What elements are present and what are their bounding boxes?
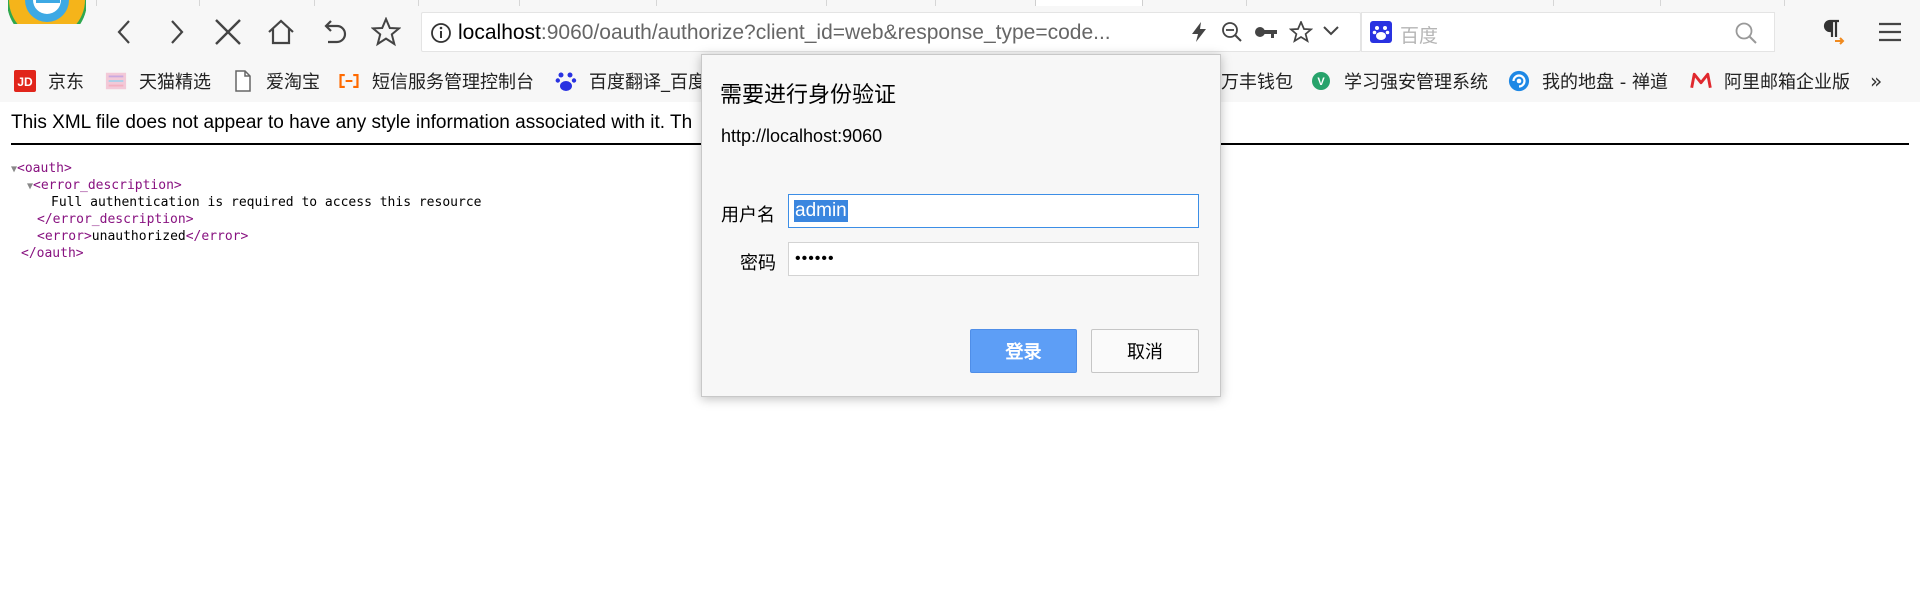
xml-text: Full authentication is required to acces… xyxy=(51,195,482,210)
search-box[interactable]: 百度 xyxy=(1361,12,1775,52)
tab-separator xyxy=(656,0,657,6)
svg-text:V: V xyxy=(1317,76,1325,88)
xml-line: ▼<error_description> xyxy=(11,177,481,194)
favorite-star-icon[interactable] xyxy=(1289,21,1313,43)
xml-tree: ▼<oauth> ▼<error_description> Full authe… xyxy=(11,160,481,262)
xml-tag: <error> xyxy=(37,229,92,244)
bookmark-label: 百度翻译_百度 xyxy=(589,72,706,93)
bookmark-label: 万丰钱包 xyxy=(1221,72,1293,93)
dialog-title: 需要进行身份验证 xyxy=(720,83,897,108)
password-field[interactable]: •••••• xyxy=(788,242,1199,276)
bookmark-item[interactable]: 我的地盘 - 禅道 xyxy=(1508,60,1668,102)
bookmark-label: 天猫精选 xyxy=(139,72,211,93)
tab-strip xyxy=(0,0,1920,6)
xml-info-banner: This XML file does not appear to have an… xyxy=(11,112,693,133)
tab-separator xyxy=(314,0,315,6)
key-icon[interactable] xyxy=(1254,23,1278,41)
xml-tag: </oauth> xyxy=(21,246,84,261)
tab-separator xyxy=(418,0,419,6)
tab-separator xyxy=(1784,0,1785,6)
bookmark-item[interactable]: 短信服务管理控制台 xyxy=(338,60,534,102)
browser-logo-icon xyxy=(8,0,86,44)
bookmark-label: 爱淘宝 xyxy=(266,72,320,93)
jd-icon: JD xyxy=(14,70,36,92)
xml-tag: <error_description> xyxy=(33,178,182,193)
xml-line: <error>unauthorized</error> xyxy=(11,228,481,245)
url-host: localhost xyxy=(458,21,541,44)
bookmark-item[interactable]: V 学习强安管理系统 xyxy=(1310,60,1488,102)
cancel-button[interactable]: 取消 xyxy=(1091,329,1199,373)
xml-tag: </error_description> xyxy=(37,212,194,227)
bookmark-label: 京东 xyxy=(48,72,84,93)
username-field[interactable]: admin xyxy=(788,194,1199,228)
address-bar[interactable]: localhost:9060/oauth/authorize?client_id… xyxy=(421,12,1361,52)
xml-tag: <oauth> xyxy=(17,161,72,176)
tab-active[interactable] xyxy=(1035,0,1143,6)
chevron-down-icon[interactable] xyxy=(1322,25,1340,37)
url-text[interactable]: localhost:9060/oauth/authorize?client_id… xyxy=(458,21,1111,45)
bookmark-item[interactable]: 阿里邮箱企业版 xyxy=(1690,60,1850,102)
tab-separator xyxy=(519,0,520,6)
tab-separator xyxy=(1246,0,1247,6)
tab-separator xyxy=(1660,0,1661,6)
username-label: 用户名 xyxy=(721,205,775,226)
bookmark-label: 学习强安管理系统 xyxy=(1344,72,1488,93)
bookmark-item[interactable]: 天猫精选 xyxy=(105,60,211,102)
bookmark-star-button[interactable] xyxy=(368,14,404,50)
dialog-url: http://localhost:9060 xyxy=(721,126,883,146)
back-button[interactable] xyxy=(107,14,143,50)
auth-dialog: 需要进行身份验证 http://localhost:9060 用户名 admin… xyxy=(701,54,1221,397)
stop-loading-button[interactable] xyxy=(210,14,246,50)
svg-text:JD: JD xyxy=(17,75,33,89)
password-label: 密码 xyxy=(740,253,776,274)
lightning-icon[interactable] xyxy=(1190,21,1208,43)
home-button[interactable] xyxy=(263,14,299,50)
info-icon[interactable] xyxy=(430,22,452,44)
forward-button[interactable] xyxy=(158,14,194,50)
username-value: admin xyxy=(794,200,848,222)
tab-separator xyxy=(1553,0,1554,6)
aliyun-icon xyxy=(338,70,360,92)
xml-line: ▼<oauth> xyxy=(11,160,481,177)
undo-close-tab-button[interactable] xyxy=(316,14,352,50)
ali-mail-icon xyxy=(1690,70,1712,92)
bookmark-item[interactable]: JD 京东 xyxy=(14,60,84,102)
xml-text: unauthorized xyxy=(91,229,186,244)
tab-separator xyxy=(199,0,200,6)
url-path: :9060/oauth/authorize?client_id=web&resp… xyxy=(540,21,1111,44)
baidu-paw-icon[interactable] xyxy=(1370,21,1392,43)
zentao-icon xyxy=(1508,70,1530,92)
login-button[interactable]: 登录 xyxy=(970,329,1077,373)
zoom-out-icon[interactable] xyxy=(1221,21,1243,43)
bookmark-item[interactable]: 万丰钱包 xyxy=(1221,60,1293,102)
bookmark-item[interactable]: 爱淘宝 xyxy=(232,60,320,102)
tab-separator xyxy=(826,0,827,6)
password-value: •••••• xyxy=(795,250,835,267)
tab-separator xyxy=(96,0,97,6)
menu-icon[interactable] xyxy=(1872,14,1908,50)
page-icon xyxy=(232,70,254,92)
bookmark-label: 阿里邮箱企业版 xyxy=(1724,72,1850,93)
xml-tag: </error> xyxy=(185,229,249,244)
tmall-icon xyxy=(105,70,127,92)
tab-separator xyxy=(935,0,936,6)
bookmark-label: 短信服务管理控制台 xyxy=(372,72,534,93)
search-placeholder: 百度 xyxy=(1400,25,1439,47)
bookmarks-overflow-button[interactable]: » xyxy=(1870,69,1882,93)
reading-mode-button[interactable] xyxy=(1814,14,1850,50)
baidu-paw-icon xyxy=(555,70,577,92)
bookmark-label: 我的地盘 - 禅道 xyxy=(1542,72,1668,93)
bookmark-item[interactable]: 百度翻译_百度 xyxy=(555,60,706,102)
vue-icon: V xyxy=(1310,70,1332,92)
browser-toolbar: localhost:9060/oauth/authorize?client_id… xyxy=(0,0,1920,60)
search-icon[interactable] xyxy=(1734,21,1758,45)
